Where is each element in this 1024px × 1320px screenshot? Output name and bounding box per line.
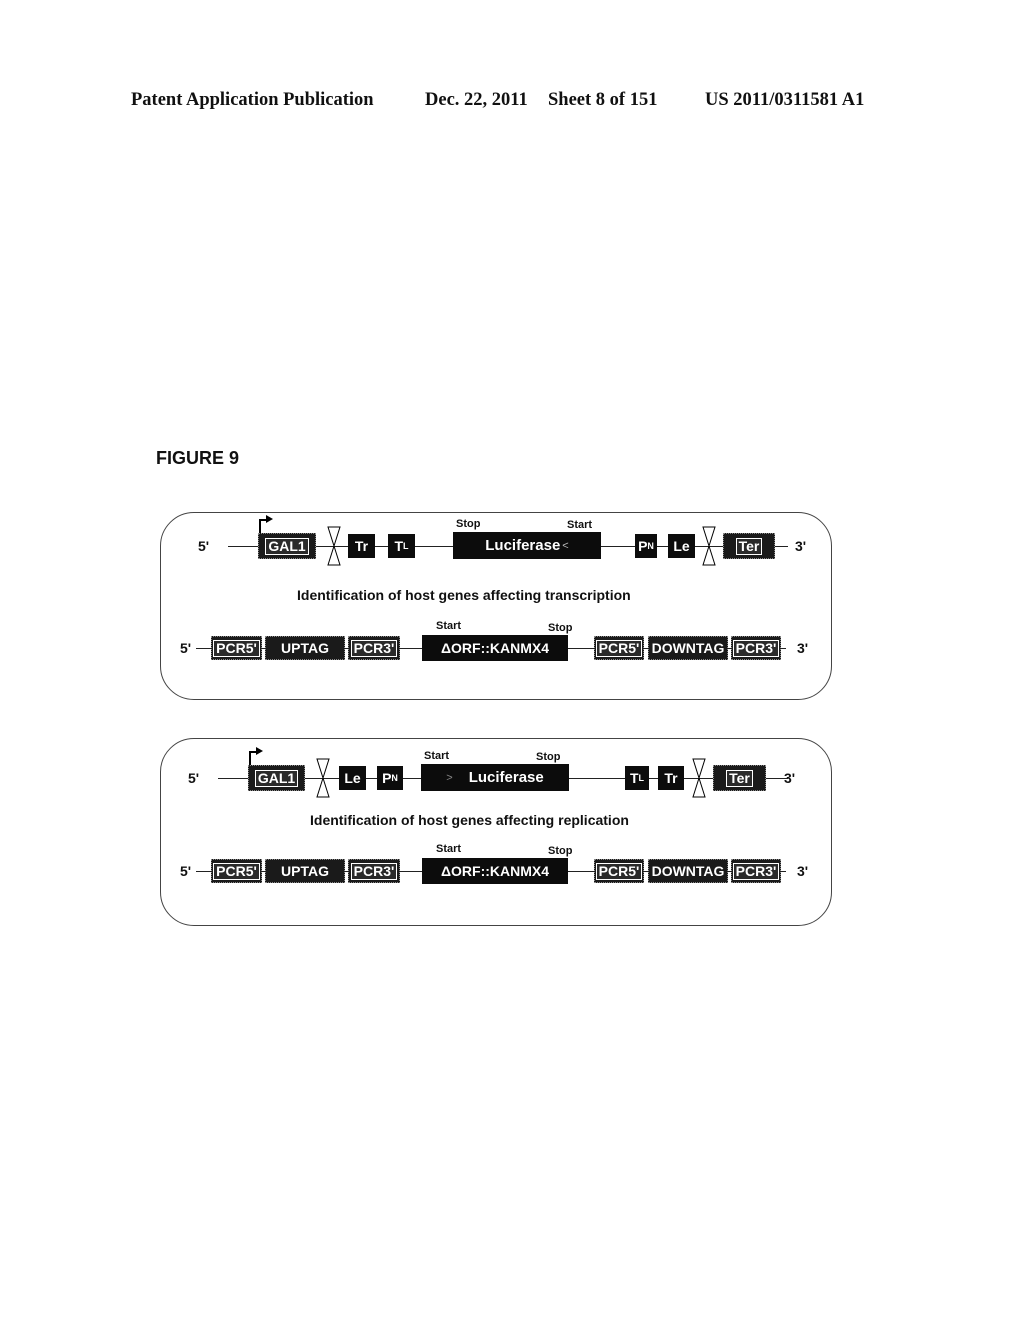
uptag-box: UPTAG	[265, 859, 345, 883]
publication-label: Patent Application Publication	[131, 90, 374, 110]
sheet-number: Sheet 8 of 151	[548, 90, 658, 110]
pcr5-label: PCR5'	[213, 862, 260, 880]
pn-label: P	[638, 538, 648, 554]
promoter-arrowhead-icon	[266, 515, 273, 523]
panel-caption-replication: Identification of host genes affecting r…	[310, 812, 629, 828]
luciferase-box: > Luciferase	[421, 764, 569, 791]
orf-start-label: Start	[436, 843, 462, 855]
pn-subscript: N	[647, 541, 654, 551]
luciferase-label: Luciferase	[468, 769, 544, 786]
pcr5-box: PCR5'	[211, 859, 262, 883]
recombination-site-icon	[702, 526, 716, 566]
recombination-site-icon	[692, 758, 706, 798]
pcr3-label: PCR3'	[350, 639, 398, 657]
promoter-arrow-icon	[249, 751, 251, 765]
promoter-arrowhead-icon	[256, 747, 263, 755]
recombination-site-icon	[316, 758, 330, 798]
orientation-arrow-icon: <	[562, 539, 569, 552]
three-prime-label: 3'	[797, 640, 809, 656]
patent-number: US 2011/0311581 A1	[705, 90, 865, 110]
three-prime-label: 3'	[797, 863, 809, 879]
pn-label: P	[382, 770, 392, 786]
pcr5-label: PCR5'	[595, 639, 643, 657]
orf-kanmx4-box: ΔORF::KANMX4	[422, 858, 568, 884]
pcr3-label: PCR3'	[732, 862, 780, 880]
five-prime-label: 5'	[188, 770, 200, 786]
downtag-box: DOWNTAG	[648, 859, 728, 883]
pn-subscript: N	[391, 773, 398, 783]
tr-box: Tr	[658, 766, 684, 790]
pcr5-box: PCR5'	[594, 859, 644, 883]
luciferase-stop-label: Stop	[536, 751, 561, 763]
luciferase-start-label: Start	[567, 519, 593, 531]
publication-date: Dec. 22, 2011	[425, 90, 528, 110]
orientation-arrow-icon: >	[446, 771, 453, 784]
ter-label: Ter	[735, 537, 763, 555]
pcr5-box: PCR5'	[594, 636, 644, 660]
pcr3-label: PCR3'	[732, 639, 780, 657]
orf-kanmx4-box: ΔORF::KANMX4	[422, 635, 568, 661]
pcr3-box: PCR3'	[348, 859, 400, 883]
luciferase-start-label: Start	[424, 750, 450, 762]
pcr5-label: PCR5'	[213, 639, 260, 657]
tl-label: T	[629, 770, 639, 786]
ter-box: Ter	[723, 533, 775, 559]
tl-subscript: L	[403, 541, 409, 551]
pn-box: PN	[635, 534, 657, 558]
ter-label: Ter	[726, 769, 753, 787]
le-box: Le	[339, 766, 366, 790]
three-prime-label: 3'	[784, 770, 796, 786]
tl-box: TL	[625, 766, 649, 790]
recombination-site-icon	[327, 526, 341, 566]
tl-box: TL	[388, 534, 415, 558]
pcr3-box: PCR3'	[731, 636, 781, 660]
uptag-box: UPTAG	[265, 636, 345, 660]
pcr3-box: PCR3'	[731, 859, 781, 883]
gal1-promoter-box: GAL1	[258, 533, 316, 559]
gal1-label: GAL1	[265, 537, 309, 555]
orf-start-label: Start	[436, 620, 462, 632]
luciferase-stop-label: Stop	[456, 518, 481, 530]
orf-stop-label: Stop	[548, 622, 573, 634]
three-prime-label: 3'	[795, 538, 807, 554]
figure-title: FIGURE 9	[156, 448, 240, 468]
panel-caption-transcription: Identification of host genes affecting t…	[297, 587, 631, 603]
ter-box: Ter	[713, 765, 766, 791]
pcr3-label: PCR3'	[350, 862, 398, 880]
gal1-label: GAL1	[254, 769, 299, 787]
five-prime-label: 5'	[180, 863, 192, 879]
pn-box: PN	[377, 766, 403, 790]
five-prime-label: 5'	[180, 640, 192, 656]
downtag-box: DOWNTAG	[648, 636, 728, 660]
le-box: Le	[668, 534, 695, 558]
five-prime-label: 5'	[198, 538, 210, 554]
luciferase-box: Luciferase <	[453, 532, 601, 559]
gal1-promoter-box: GAL1	[248, 765, 305, 791]
tr-box: Tr	[348, 534, 375, 558]
tl-subscript: L	[638, 773, 645, 783]
pcr5-box: PCR5'	[211, 636, 262, 660]
pcr5-label: PCR5'	[595, 862, 643, 880]
tl-label: T	[394, 538, 404, 554]
pcr3-box: PCR3'	[348, 636, 400, 660]
orf-stop-label: Stop	[548, 845, 573, 857]
promoter-arrow-icon	[259, 519, 261, 533]
luciferase-label: Luciferase	[485, 537, 561, 554]
